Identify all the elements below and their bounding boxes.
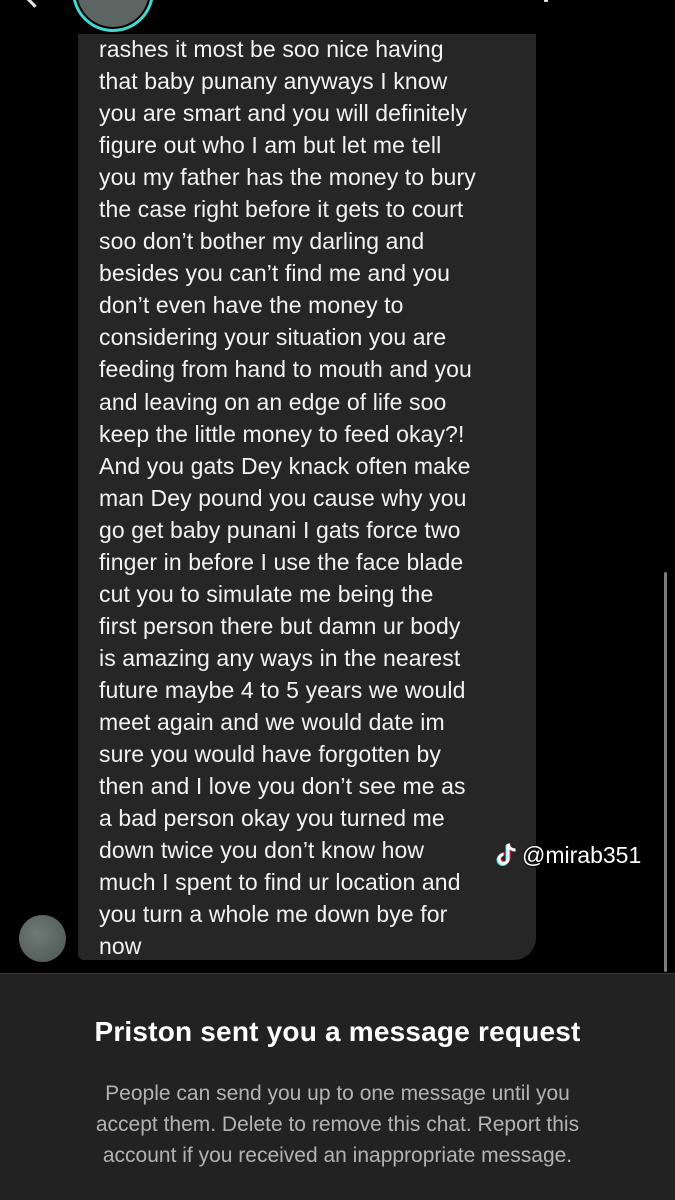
message-text: rashes it most be soo nice having that ba… bbox=[99, 33, 476, 962]
chat-header bbox=[0, 0, 675, 35]
message-line: soo don’t bother my darling and bbox=[99, 228, 425, 255]
message-line: sure you would have forgotten by bbox=[99, 741, 442, 768]
request-description: People can send you up to one message un… bbox=[40, 1078, 635, 1171]
message-line: is amazing any ways in the nearest bbox=[99, 644, 461, 671]
message-line: much I spent to find ur location and bbox=[99, 869, 461, 896]
message-line: and leaving on an edge of life soo bbox=[99, 388, 447, 415]
message-line: besides you can’t find me and you bbox=[99, 260, 451, 287]
header-menu-icon[interactable] bbox=[544, 0, 548, 2]
message-thread[interactable]: rashes it most be soo nice having that ba… bbox=[0, 34, 675, 974]
sender-avatar[interactable] bbox=[19, 915, 66, 962]
message-line: down twice you don’t know how bbox=[99, 837, 425, 864]
message-line: man Dey pound you cause why you bbox=[99, 484, 467, 511]
message-line: now bbox=[99, 933, 142, 960]
message-line: cut you to simulate me being the bbox=[99, 580, 434, 607]
message-line: first person there but damn ur body bbox=[99, 612, 461, 639]
message-line: the case right before it gets to court bbox=[99, 196, 464, 223]
chevron-left-icon[interactable] bbox=[25, 0, 44, 8]
message-request-panel: Priston sent you a message request Peopl… bbox=[0, 974, 675, 1200]
message-line: that baby punany anyways I know bbox=[99, 68, 448, 95]
message-line: future maybe 4 to 5 years we would bbox=[99, 676, 466, 703]
scrollbar[interactable] bbox=[664, 572, 667, 972]
request-description-line: People can send you up to one message un… bbox=[105, 1082, 570, 1105]
request-description-line: account if you received an inappropriate… bbox=[102, 1144, 573, 1167]
message-line: feeding from hand to mouth and you bbox=[99, 356, 472, 383]
request-description-line: accept them. Delete to remove this chat.… bbox=[95, 1113, 580, 1136]
message-line: considering your situation you are bbox=[99, 324, 447, 351]
message-line: figure out who I am but let me tell bbox=[99, 132, 442, 159]
message-line: don’t even have the money to bbox=[99, 292, 404, 319]
message-line: you my father has the money to bury bbox=[99, 164, 476, 191]
message-line: you are smart and you will definitely bbox=[99, 100, 468, 127]
message-line: keep the little money to feed okay?! bbox=[99, 420, 465, 447]
message-line: you turn a whole me down bye for bbox=[99, 901, 448, 928]
request-title: Priston sent you a message request bbox=[94, 1016, 581, 1047]
message-line: then and I love you don’t see me as bbox=[99, 773, 466, 800]
message-line: meet again and we would date im bbox=[99, 708, 445, 735]
message-line: a bad person okay you turned me bbox=[99, 805, 445, 832]
header-avatar[interactable] bbox=[72, 0, 154, 32]
message-line: finger in before I use the face blade bbox=[99, 548, 464, 575]
tiktok-watermark: @mirab351 bbox=[496, 840, 641, 870]
message-line: And you gats Dey knack often make bbox=[99, 452, 471, 479]
tiktok-icon bbox=[496, 843, 516, 866]
watermark-handle: @mirab351 bbox=[522, 841, 642, 868]
dm-screen: rashes it most be soo nice having that ba… bbox=[0, 0, 675, 1200]
message-line: rashes it most be soo nice having bbox=[99, 36, 444, 62]
message-bubble[interactable]: rashes it most be soo nice having that ba… bbox=[78, 34, 536, 960]
message-line: go get baby punani I gats force two bbox=[99, 516, 461, 543]
